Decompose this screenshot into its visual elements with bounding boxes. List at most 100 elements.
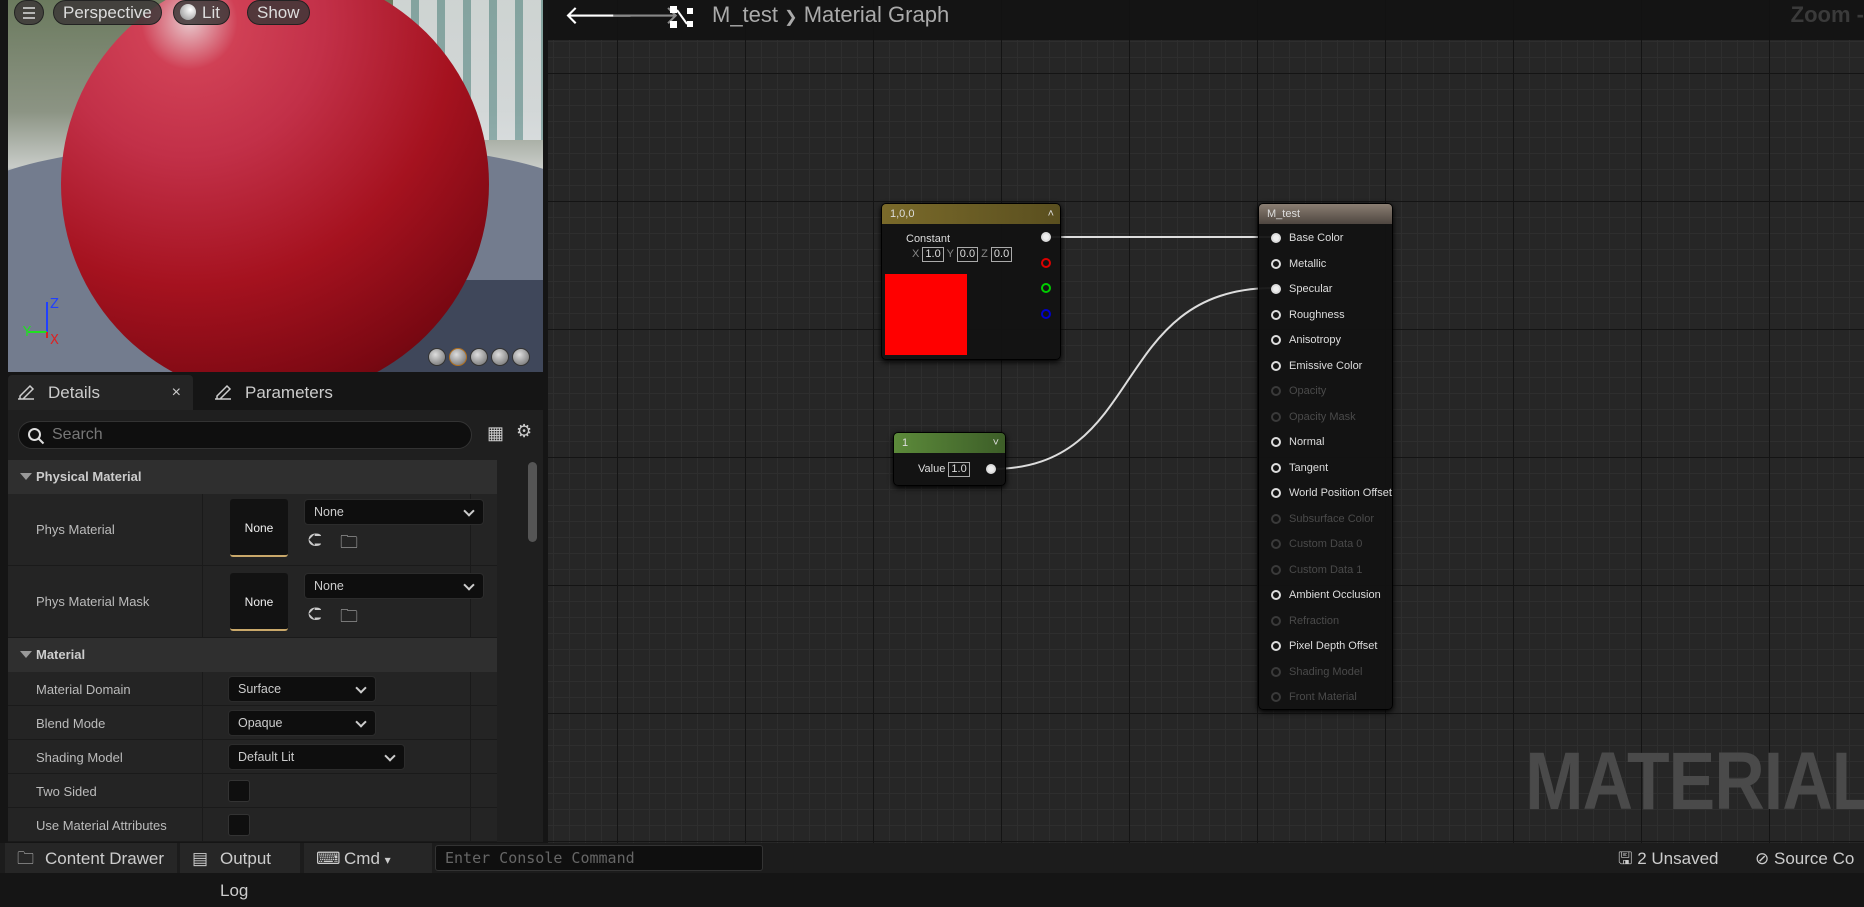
input-pin[interactable] bbox=[1271, 641, 1281, 651]
input-pin[interactable] bbox=[1271, 564, 1281, 575]
output-pin-rgb[interactable] bbox=[1041, 232, 1051, 242]
x-value-field[interactable]: 1.0 bbox=[922, 247, 944, 262]
input-pin[interactable] bbox=[1271, 615, 1281, 626]
details-scrollbar[interactable] bbox=[528, 462, 537, 542]
input-pin-row[interactable]: Ambient Occlusion bbox=[1271, 585, 1381, 605]
preview-sphere-button[interactable] bbox=[449, 348, 467, 366]
input-pin[interactable] bbox=[1271, 258, 1281, 269]
input-pin[interactable] bbox=[1271, 437, 1281, 447]
input-pin-row[interactable]: Normal bbox=[1271, 432, 1324, 452]
browse-asset-icon[interactable]: 🗀 bbox=[340, 604, 358, 634]
input-pin-row[interactable]: Opacity Mask bbox=[1271, 407, 1356, 427]
input-pin-row[interactable]: Custom Data 1 bbox=[1271, 560, 1362, 580]
use-material-attributes-checkbox[interactable] bbox=[228, 814, 250, 836]
property-label: Material Domain bbox=[36, 682, 131, 697]
table-view-icon[interactable]: ▦ bbox=[487, 423, 504, 444]
constant3vector-node[interactable]: 1,0,0 ˄ Constant X 1.0 Y 0.0 Z 0.0 bbox=[881, 203, 1061, 360]
input-pin[interactable] bbox=[1271, 284, 1281, 294]
input-pin[interactable] bbox=[1271, 335, 1281, 345]
console-command-input[interactable]: Enter Console Command bbox=[435, 845, 763, 871]
input-pin-row[interactable]: Subsurface Color bbox=[1271, 509, 1374, 529]
preview-cube-button[interactable] bbox=[491, 348, 509, 366]
output-pin-r[interactable] bbox=[1041, 258, 1051, 268]
input-pin-row[interactable]: Tangent bbox=[1271, 458, 1328, 478]
input-pin-row[interactable]: Metallic bbox=[1271, 254, 1326, 274]
close-tab-button[interactable]: × bbox=[172, 375, 181, 410]
use-selected-asset-icon[interactable]: ⮈ bbox=[308, 604, 322, 625]
input-pin-row[interactable]: Pixel Depth Offset bbox=[1271, 636, 1377, 656]
constant-node[interactable]: 1 ˅ Value 1.0 bbox=[893, 432, 1006, 486]
input-pin-row[interactable]: Emissive Color bbox=[1271, 356, 1362, 376]
browse-asset-icon[interactable]: 🗀 bbox=[340, 530, 358, 560]
input-pin[interactable] bbox=[1271, 233, 1281, 243]
input-pin[interactable] bbox=[1271, 692, 1281, 702]
input-pin-row[interactable]: Base Color bbox=[1271, 228, 1343, 248]
value-field[interactable]: 1.0 bbox=[948, 462, 970, 477]
material-domain-combo[interactable]: Surface bbox=[228, 676, 376, 702]
section-physical-material[interactable]: Physical Material bbox=[8, 460, 497, 494]
input-pin[interactable] bbox=[1271, 462, 1281, 473]
property-label: Two Sided bbox=[36, 784, 97, 799]
preview-cylinder-button[interactable] bbox=[428, 348, 446, 366]
perspective-button[interactable]: Perspective bbox=[53, 0, 162, 25]
combo-value: Opaque bbox=[238, 716, 283, 730]
blend-mode-combo[interactable]: Opaque bbox=[228, 710, 376, 736]
input-pin[interactable] bbox=[1271, 488, 1281, 498]
details-search-input[interactable]: Search bbox=[18, 421, 472, 449]
input-pin[interactable] bbox=[1271, 513, 1281, 524]
collapse-chevron-icon[interactable]: ˄ bbox=[1048, 204, 1054, 224]
material-watermark: MATERIAL bbox=[1525, 736, 1864, 827]
node-header: 1,0,0 ˄ bbox=[882, 204, 1060, 224]
input-pin-row[interactable]: World Position Offset bbox=[1271, 483, 1392, 503]
preview-custom-mesh-button[interactable] bbox=[512, 348, 530, 366]
phys-material-mask-combo[interactable]: None bbox=[304, 573, 484, 599]
tab-details[interactable]: Details × bbox=[8, 375, 193, 410]
phys-material-combo[interactable]: None bbox=[304, 499, 484, 525]
input-pin[interactable] bbox=[1271, 411, 1281, 422]
pin-label: Front Material bbox=[1289, 691, 1357, 703]
breadcrumb-asset[interactable]: M_test bbox=[712, 2, 778, 27]
material-preview-viewport[interactable]: Z Y X bbox=[8, 0, 543, 372]
settings-gear-icon[interactable]: ⚙ bbox=[516, 421, 532, 442]
lit-button[interactable]: Lit bbox=[173, 0, 230, 25]
preview-plane-button[interactable] bbox=[470, 348, 488, 366]
input-pin-row[interactable]: Front Material bbox=[1271, 687, 1357, 707]
input-pin-row[interactable]: Opacity bbox=[1271, 381, 1326, 401]
output-log-button[interactable]: ▤ Output Log bbox=[180, 843, 300, 900]
section-material[interactable]: Material bbox=[8, 638, 497, 672]
vector-values: X 1.0 Y 0.0 Z 0.0 bbox=[912, 247, 1013, 262]
viewport-menu-button[interactable] bbox=[14, 0, 44, 25]
material-graph-canvas[interactable]: MATERIAL 1,0,0 ˄ Constant X 1.0 Y 0.0 Z 0… bbox=[548, 0, 1864, 843]
y-value-field[interactable]: 0.0 bbox=[956, 247, 979, 262]
content-drawer-button[interactable]: 🗀 Content Drawer bbox=[5, 843, 177, 873]
input-pin[interactable] bbox=[1271, 539, 1281, 549]
input-pin-row[interactable]: Shading Model bbox=[1271, 662, 1362, 682]
node-title: M_test bbox=[1267, 208, 1301, 220]
input-pin-row[interactable]: Anisotropy bbox=[1271, 330, 1341, 350]
use-selected-asset-icon[interactable]: ⮈ bbox=[308, 530, 322, 551]
output-pin-b[interactable] bbox=[1041, 309, 1051, 319]
input-pin-row[interactable]: Refraction bbox=[1271, 611, 1339, 631]
input-pin-row[interactable]: Custom Data 0 bbox=[1271, 534, 1362, 554]
asset-thumbnail[interactable]: None bbox=[230, 499, 288, 557]
tab-parameters[interactable]: Parameters bbox=[205, 375, 365, 410]
input-pin[interactable] bbox=[1271, 386, 1281, 396]
cmd-dropdown[interactable]: ⌨ Cmd ▾ bbox=[304, 843, 432, 873]
expand-chevron-icon[interactable]: ˅ bbox=[993, 433, 999, 453]
input-pin[interactable] bbox=[1271, 666, 1281, 677]
output-pin[interactable] bbox=[986, 464, 996, 474]
input-pin-row[interactable]: Roughness bbox=[1271, 305, 1345, 325]
material-result-node[interactable]: M_test Base Color Metallic Specular Roughne… bbox=[1258, 203, 1393, 710]
input-pin[interactable] bbox=[1271, 360, 1281, 371]
input-pin[interactable] bbox=[1271, 309, 1281, 320]
input-pin-row[interactable]: Specular bbox=[1271, 279, 1332, 299]
two-sided-checkbox[interactable] bbox=[228, 780, 250, 802]
input-pin[interactable] bbox=[1271, 590, 1281, 600]
unsaved-button[interactable]: 🖫 2 Unsaved bbox=[1618, 843, 1719, 873]
asset-thumbnail[interactable]: None bbox=[230, 573, 288, 631]
source-control-button[interactable]: ⊘ Source Co bbox=[1755, 843, 1854, 873]
show-button[interactable]: Show bbox=[247, 0, 310, 25]
z-value-field[interactable]: 0.0 bbox=[990, 247, 1013, 262]
shading-model-combo[interactable]: Default Lit bbox=[228, 744, 405, 770]
output-pin-g[interactable] bbox=[1041, 283, 1051, 293]
